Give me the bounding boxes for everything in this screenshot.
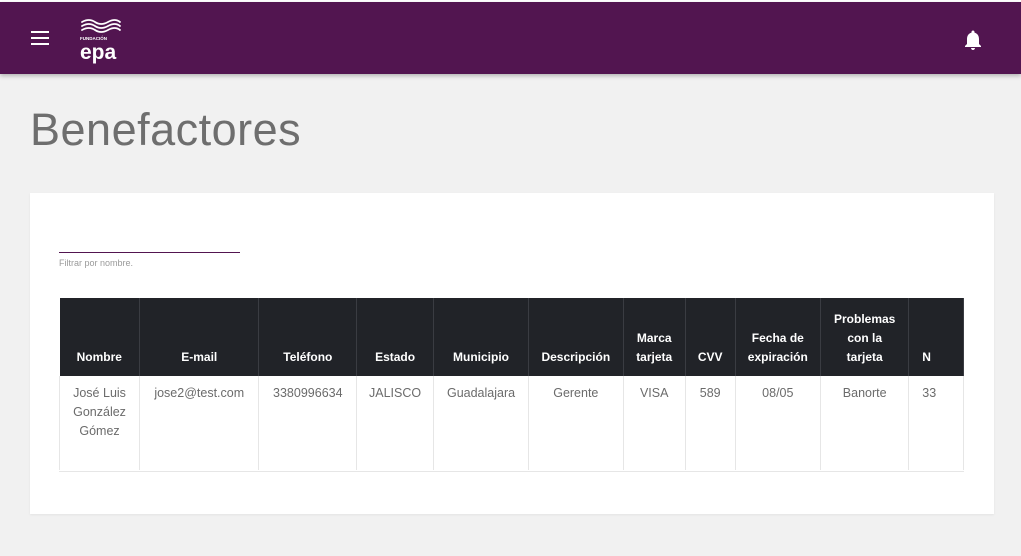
logo: FUNDACIÓN epa bbox=[80, 19, 121, 64]
header-cvv[interactable]: CVV bbox=[685, 298, 736, 376]
cell-email: jose2@test.com bbox=[139, 376, 260, 470]
benefactors-table-container[interactable]: Nombre E-mail Teléfono Estado Municipio … bbox=[59, 298, 964, 472]
menu-icon[interactable] bbox=[28, 26, 52, 50]
logo-text: epa bbox=[80, 41, 117, 64]
header-estado[interactable]: Estado bbox=[356, 298, 434, 376]
page-title: Benefactores bbox=[30, 104, 302, 155]
header-marca-tarjeta[interactable]: Marca tarjeta bbox=[623, 298, 686, 376]
header-descripcion[interactable]: Descripción bbox=[528, 298, 624, 376]
cell-estado: JALISCO bbox=[356, 376, 434, 470]
cell-descripcion: Gerente bbox=[528, 376, 624, 470]
cell-marca: VISA bbox=[623, 376, 686, 470]
cell-telefono: 3380996634 bbox=[258, 376, 358, 470]
benefactors-table: Nombre E-mail Teléfono Estado Municipio … bbox=[59, 298, 964, 470]
cell-problemas: Banorte bbox=[820, 376, 910, 470]
cell-fecha: 08/05 bbox=[735, 376, 822, 470]
logo-small-text: FUNDACIÓN bbox=[80, 34, 107, 41]
table-header-row: Nombre E-mail Teléfono Estado Municipio … bbox=[59, 298, 964, 376]
name-filter-input[interactable] bbox=[59, 223, 240, 253]
header-problemas-tarjeta[interactable]: Problemas con la tarjeta bbox=[820, 298, 910, 376]
cell-nombre: José Luis González Gómez bbox=[59, 376, 141, 470]
header-cut-off[interactable]: N bbox=[908, 298, 964, 376]
header-fecha-expiracion[interactable]: Fecha de expiración bbox=[735, 298, 822, 376]
header-nombre[interactable]: Nombre bbox=[59, 298, 141, 376]
bell-icon[interactable] bbox=[961, 28, 985, 52]
header-municipio[interactable]: Municipio bbox=[433, 298, 530, 376]
benefactors-card: Filtrar por nombre. Nombre E-mail Teléfo… bbox=[30, 193, 994, 514]
cell-municipio: Guadalajara bbox=[433, 376, 530, 470]
table-row[interactable]: José Luis González Gómez jose2@test.com … bbox=[59, 376, 964, 470]
cell-cvv: 589 bbox=[685, 376, 736, 470]
filter-hint: Filtrar por nombre. bbox=[59, 258, 134, 268]
cell-cut-off: 33 bbox=[908, 376, 964, 470]
app-bar: FUNDACIÓN epa bbox=[0, 2, 1021, 74]
header-telefono[interactable]: Teléfono bbox=[258, 298, 358, 376]
header-email[interactable]: E-mail bbox=[139, 298, 260, 376]
